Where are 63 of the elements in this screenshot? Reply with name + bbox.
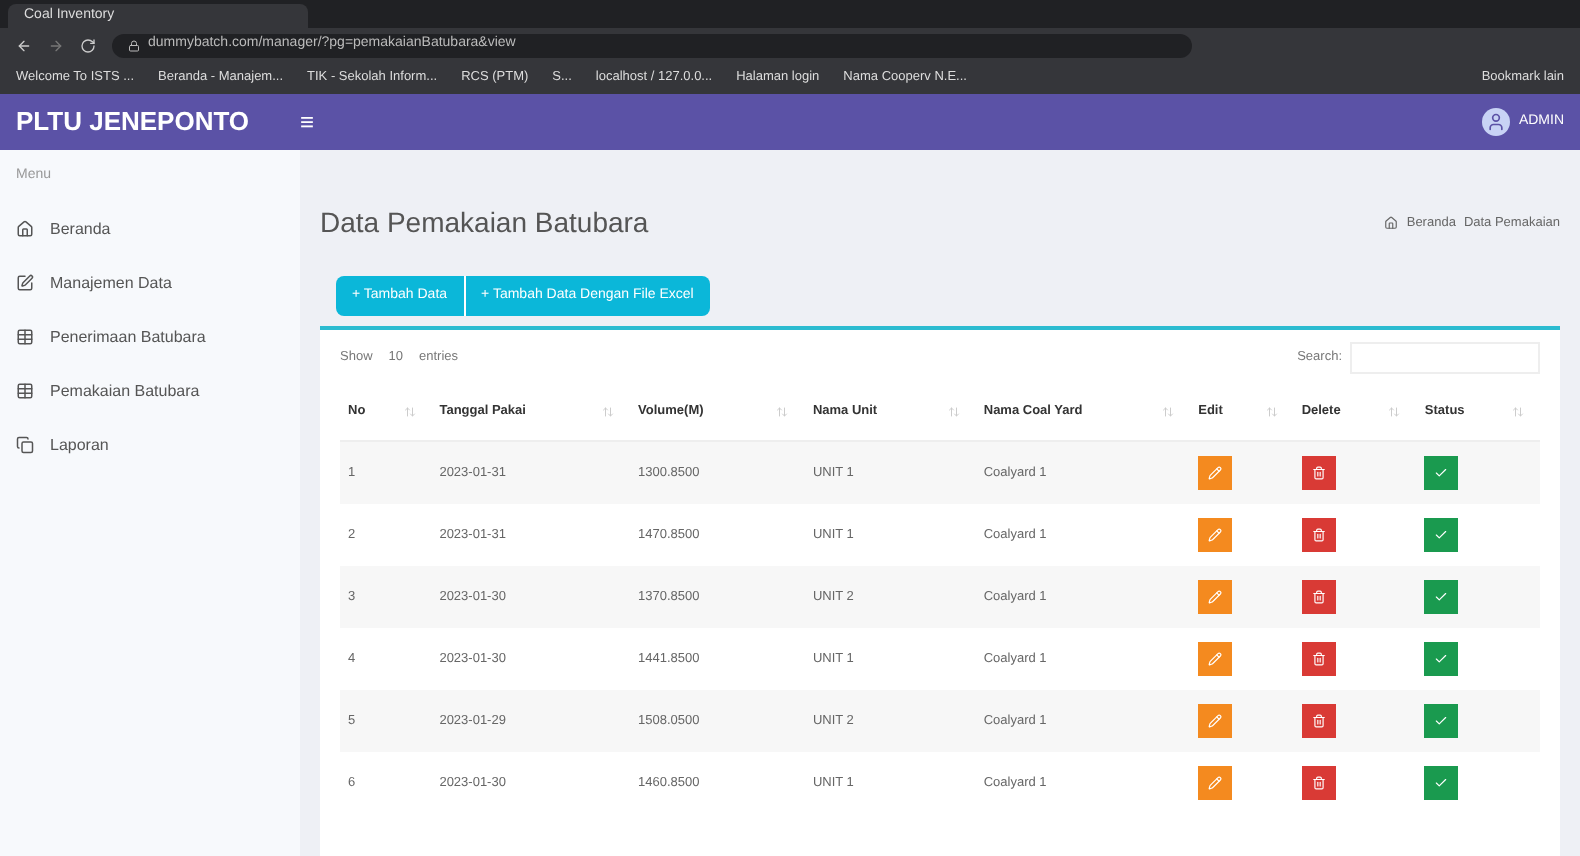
trash-icon	[1311, 528, 1326, 542]
delete-button[interactable]	[1301, 518, 1336, 552]
table-icon	[16, 382, 34, 400]
delete-button[interactable]	[1301, 580, 1336, 614]
sidebar-item[interactable]: Pemakaian Batubara	[16, 379, 284, 403]
status-button[interactable]	[1424, 518, 1459, 552]
pencil-icon	[1208, 652, 1223, 666]
pencil-icon	[1208, 528, 1223, 542]
page-title: Data Pemakaian Batubara	[320, 204, 649, 242]
trash-icon	[1311, 466, 1326, 480]
pencil-icon	[1208, 776, 1223, 790]
trash-icon	[1311, 776, 1326, 790]
trash-icon	[1311, 590, 1326, 604]
sort-icon[interactable]	[1162, 405, 1175, 417]
sidebar-item[interactable]: Beranda	[16, 217, 284, 241]
delete-button[interactable]	[1301, 766, 1336, 800]
check-icon	[1434, 652, 1449, 666]
check-icon	[1434, 590, 1449, 604]
sort-icon[interactable]	[1388, 405, 1401, 417]
status-button[interactable]	[1424, 456, 1459, 490]
menu-toggle[interactable]: ≡	[300, 104, 315, 140]
home-icon	[16, 220, 34, 238]
user-avatar-icon[interactable]	[1482, 108, 1511, 136]
sort-icon[interactable]	[1512, 405, 1525, 417]
check-icon	[1434, 776, 1449, 790]
back-icon[interactable]	[16, 37, 32, 53]
reload-icon[interactable]	[80, 37, 96, 53]
home-icon	[1384, 216, 1399, 230]
check-icon	[1434, 466, 1449, 480]
trash-icon	[1311, 652, 1326, 666]
edit-button[interactable]	[1198, 642, 1233, 676]
sort-icon[interactable]	[947, 405, 960, 417]
check-icon	[1434, 528, 1449, 542]
edit-button[interactable]	[1198, 704, 1233, 738]
table-icon	[16, 328, 34, 346]
sidebar-item[interactable]: Manajemen Data	[16, 271, 284, 295]
brand-title[interactable]: PLTU JENEPONTO	[16, 102, 250, 142]
pencil-icon	[1208, 714, 1223, 728]
check-icon	[1434, 714, 1449, 728]
status-button[interactable]	[1424, 580, 1459, 614]
sort-icon[interactable]	[403, 405, 416, 417]
pencil-icon	[1208, 590, 1223, 604]
delete-button[interactable]	[1301, 642, 1336, 676]
edit-icon	[16, 274, 34, 292]
edit-button[interactable]	[1198, 518, 1233, 552]
lock-icon	[128, 39, 140, 51]
delete-button[interactable]	[1301, 456, 1336, 490]
edit-button[interactable]	[1198, 580, 1233, 614]
trash-icon	[1311, 714, 1326, 728]
edit-button[interactable]	[1198, 456, 1233, 490]
edit-button[interactable]	[1198, 766, 1233, 800]
pencil-icon	[1208, 466, 1223, 480]
sidebar-item[interactable]: Penerimaan Batubara	[16, 325, 284, 349]
status-button[interactable]	[1424, 704, 1459, 738]
sort-icon[interactable]	[776, 405, 789, 417]
delete-button[interactable]	[1301, 704, 1336, 738]
status-button[interactable]	[1424, 642, 1459, 676]
sort-icon[interactable]	[602, 405, 615, 417]
sidebar-item[interactable]: Laporan	[16, 433, 284, 457]
forward-icon[interactable]	[48, 37, 64, 53]
copy-icon	[16, 436, 34, 454]
sort-icon[interactable]	[1265, 405, 1278, 417]
status-button[interactable]	[1424, 766, 1459, 800]
